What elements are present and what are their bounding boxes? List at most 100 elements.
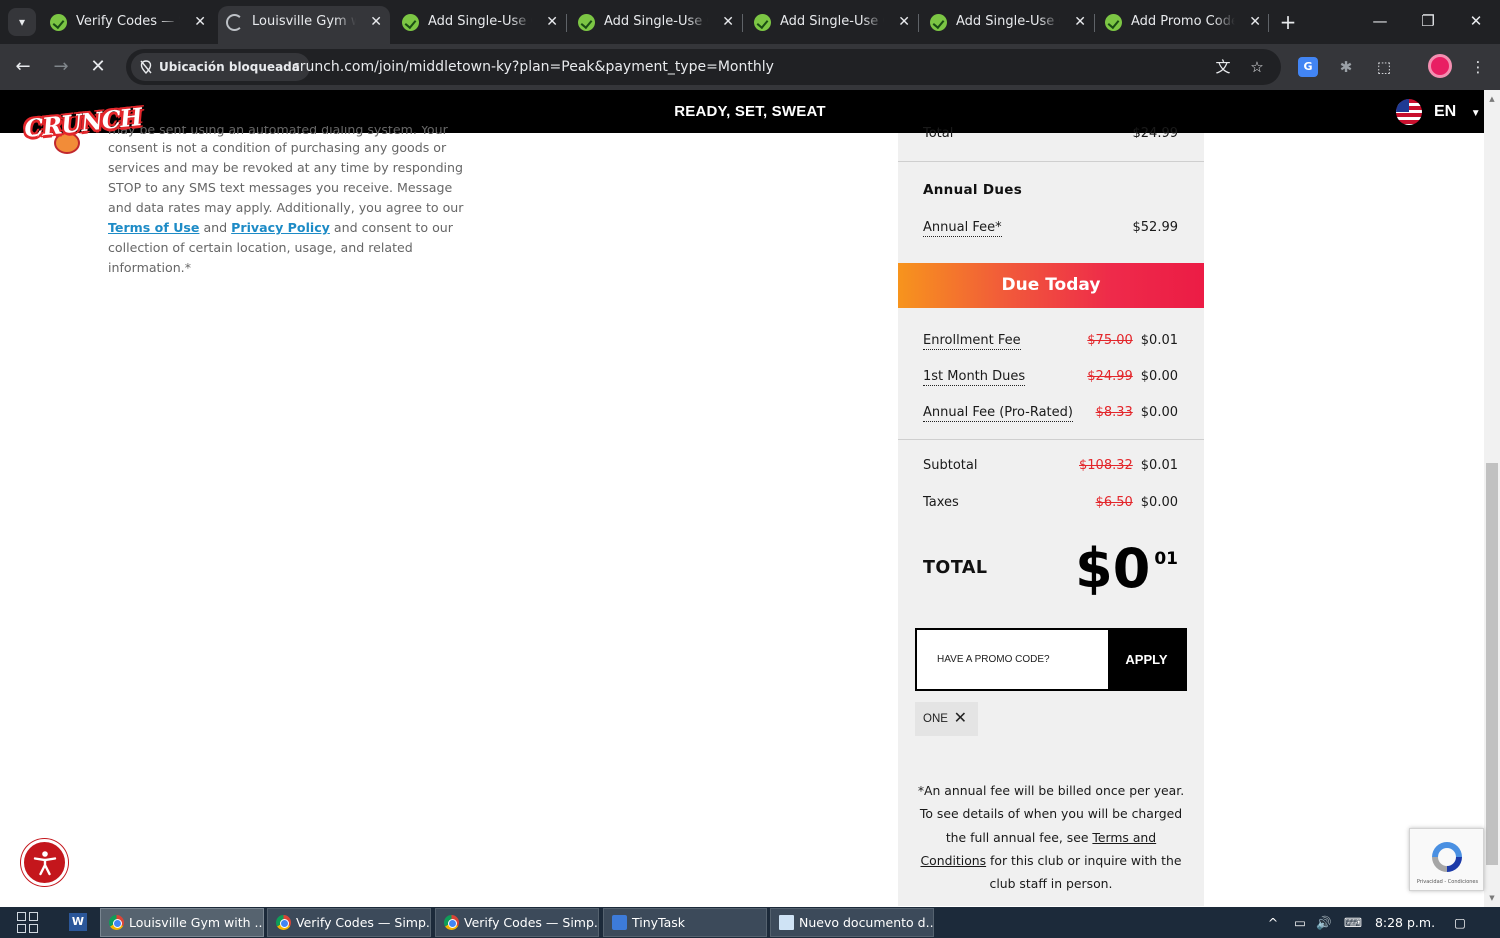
taskbar-button[interactable]: TinyTask: [603, 908, 767, 937]
applied-promo-code: ONE: [923, 713, 948, 725]
extension-icon[interactable]: ✱: [1334, 55, 1358, 79]
tab-title: Add Single-Use Co: [604, 14, 708, 29]
browser-tab[interactable]: Add Single-Use Co ✕: [922, 6, 1094, 40]
crunch-logo[interactable]: CRUNCH: [23, 100, 143, 160]
url-text[interactable]: crunch.com/join/middletown-ky?plan=Peak&…: [292, 49, 774, 85]
tab-close-icon[interactable]: ✕: [722, 6, 734, 38]
tab-close-icon[interactable]: ✕: [546, 6, 558, 38]
tab-separator: [918, 14, 919, 32]
discounted-price: $0.01: [1140, 458, 1178, 473]
location-off-icon: [140, 60, 152, 74]
tab-separator: [742, 14, 743, 32]
tab-favicon-icon: [402, 14, 419, 31]
tab-separator: [1268, 14, 1269, 32]
volume-icon[interactable]: 🔊: [1313, 907, 1335, 938]
browser-tab[interactable]: Add Single-Use Co ✕: [394, 6, 566, 40]
browser-tab-strip: ▾ Verify Codes — Simp ✕ Louisville Gym w…: [0, 0, 1500, 44]
tab-loading-icon: [226, 14, 243, 31]
browser-tab-active[interactable]: Louisville Gym with ✕: [218, 6, 390, 44]
window-close-button[interactable]: ✕: [1454, 6, 1498, 36]
start-grid-icon[interactable]: [17, 912, 39, 934]
address-bar[interactable]: Ubicación bloqueada crunch.com/join/midd…: [126, 49, 1281, 85]
row-values: $108.32 $0.01: [1079, 458, 1178, 473]
annual-dues-title: Annual Dues: [923, 182, 1023, 198]
tab-close-icon[interactable]: ✕: [194, 6, 206, 38]
recaptcha-footer[interactable]: Privacidad - Condiciones: [1410, 879, 1485, 885]
enrollment-fee-label[interactable]: Enrollment Fee: [923, 333, 1021, 350]
back-arrow-icon[interactable]: ←: [9, 53, 37, 81]
forward-arrow-icon[interactable]: →: [47, 53, 75, 81]
browser-tab[interactable]: Verify Codes — Simp ✕: [42, 6, 214, 40]
tab-close-icon[interactable]: ✕: [898, 6, 910, 38]
chrome-icon: [109, 915, 124, 930]
taskbar-button-label: Verify Codes — Simp...: [464, 915, 599, 930]
applied-promo-chip: ONE ✕: [915, 702, 978, 736]
notepad-icon: [779, 915, 794, 930]
tab-close-icon[interactable]: ✕: [1074, 6, 1086, 38]
stop-loading-icon[interactable]: ✕: [84, 53, 112, 81]
apply-promo-button[interactable]: APPLY: [1108, 630, 1185, 689]
divider: [898, 439, 1204, 440]
tray-chevron-up-icon[interactable]: ^: [1264, 907, 1282, 938]
browser-tab[interactable]: Add Promo Codes ✕: [1097, 6, 1269, 40]
original-price: $75.00: [1087, 333, 1133, 348]
promo-code-input[interactable]: [917, 630, 1109, 689]
taskbar-button[interactable]: Louisville Gym with ...: [100, 908, 264, 937]
tab-favicon-icon: [50, 14, 67, 31]
chrome-icon: [276, 915, 291, 930]
profile-avatar[interactable]: [1428, 54, 1452, 78]
browser-tab[interactable]: Add Single-Use Co ✕: [570, 6, 742, 40]
row-values: $6.50 $0.00: [1096, 495, 1178, 510]
row-values: $24.99 $0.00: [1087, 369, 1178, 384]
taskbar-clock[interactable]: 8:28 p.m.: [1372, 907, 1438, 938]
language-selector[interactable]: EN ▼: [1396, 99, 1481, 125]
original-price: $108.32: [1079, 458, 1133, 473]
browser-menu-icon[interactable]: ⋮: [1466, 55, 1490, 79]
google-translate-extension-icon[interactable]: G: [1298, 57, 1318, 77]
taskbar-button-label: TinyTask: [632, 915, 686, 930]
notification-center-icon[interactable]: ▢: [1448, 907, 1472, 938]
remove-promo-close-icon[interactable]: ✕: [954, 702, 967, 736]
accessibility-person-icon: [33, 851, 57, 876]
location-chip-label: Ubicación bloqueada: [159, 60, 300, 74]
page-scrollbar-thumb[interactable]: [1486, 463, 1498, 865]
tab-close-icon[interactable]: ✕: [1249, 6, 1261, 38]
word-app-icon[interactable]: W: [69, 913, 87, 931]
restore-button[interactable]: ❐: [1406, 6, 1450, 36]
taskbar-button[interactable]: Nuevo documento d...: [770, 908, 934, 937]
privacy-policy-link[interactable]: Privacy Policy: [231, 220, 330, 235]
accessibility-button[interactable]: [21, 839, 68, 886]
network-icon[interactable]: ▭: [1289, 907, 1311, 938]
annual-fee-prorated-label[interactable]: Annual Fee (Pro-Rated): [923, 405, 1073, 422]
due-today-banner: Due Today: [898, 263, 1204, 308]
minimize-button[interactable]: —: [1358, 6, 1402, 36]
tab-close-icon[interactable]: ✕: [370, 6, 382, 38]
language-code: EN: [1434, 103, 1457, 120]
order-summary-panel: Total $24.99 Annual Dues Annual Fee* $52…: [898, 126, 1204, 906]
taskbar-button[interactable]: Verify Codes — Simp...: [267, 908, 431, 937]
taskbar-button-label: Verify Codes — Simp...: [296, 915, 431, 930]
tab-separator: [566, 14, 567, 32]
annual-fee-value: $52.99: [1132, 220, 1179, 235]
extensions-puzzle-icon[interactable]: ⬚: [1372, 55, 1396, 79]
terms-of-use-link[interactable]: Terms of Use: [108, 220, 199, 235]
taskbar-button[interactable]: Verify Codes — Simp...: [435, 908, 599, 937]
location-blocked-chip[interactable]: Ubicación bloqueada: [131, 53, 310, 81]
original-price: $24.99: [1087, 369, 1133, 384]
browser-tab[interactable]: Add Single-Use Co ✕: [746, 6, 918, 40]
tab-title: Add Single-Use Co: [428, 14, 532, 29]
original-price: $6.50: [1095, 495, 1133, 510]
keyboard-icon[interactable]: ⌨: [1340, 907, 1366, 938]
discounted-price: $0.00: [1140, 495, 1178, 510]
first-month-dues-label[interactable]: 1st Month Dues: [923, 369, 1026, 386]
recaptcha-badge[interactable]: Privacidad - Condiciones: [1409, 828, 1484, 891]
new-tab-button[interactable]: +: [1276, 8, 1300, 36]
bookmark-star-icon[interactable]: ☆: [1247, 57, 1267, 77]
translate-icon[interactable]: 文: [1213, 57, 1233, 77]
tab-favicon-icon: [578, 14, 595, 31]
divider: [898, 161, 1204, 162]
row-values: $75.00 $0.01: [1087, 333, 1178, 348]
annual-fee-label[interactable]: Annual Fee*: [923, 220, 1002, 237]
scroll-down-arrow-icon[interactable]: ▼: [1484, 892, 1500, 904]
tab-search-chevron-icon[interactable]: ▾: [8, 8, 36, 36]
